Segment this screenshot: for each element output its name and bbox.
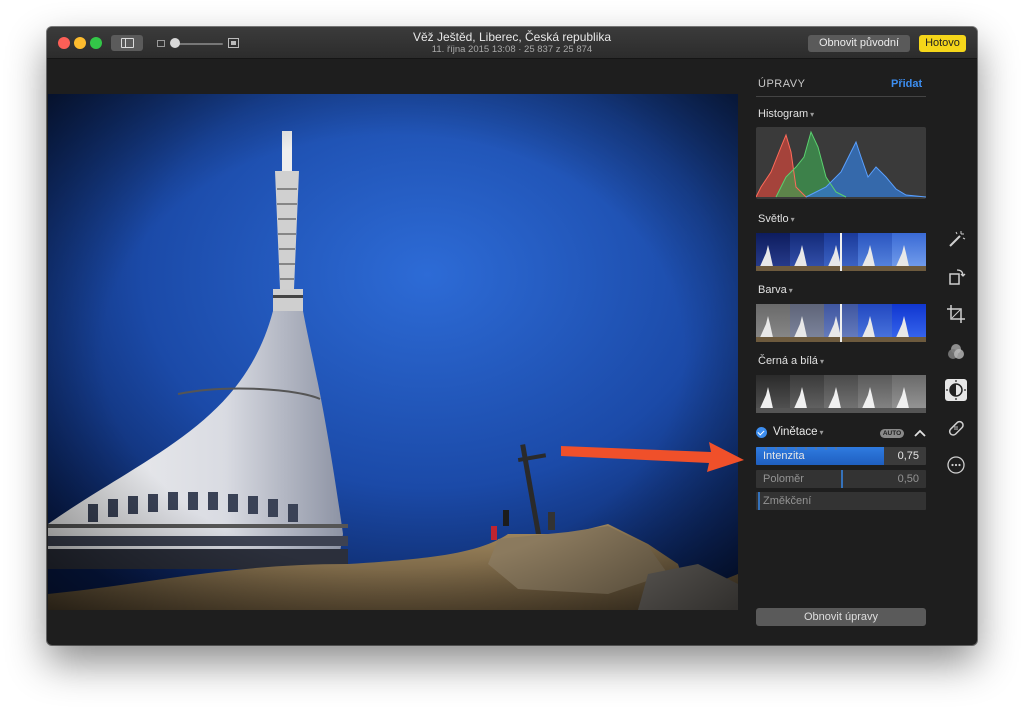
crop-icon[interactable] xyxy=(945,303,967,325)
vignette-label: Vinětace xyxy=(773,426,818,438)
retouch-bandage-icon[interactable] xyxy=(945,417,967,439)
add-adjustment-button[interactable]: Přidat xyxy=(891,78,922,90)
reset-adjustments-button[interactable]: Obnovit úpravy xyxy=(756,608,926,626)
adjust-tool-button[interactable] xyxy=(945,379,967,401)
intensity-label: Intenzita xyxy=(763,450,805,462)
histogram-graph xyxy=(756,130,926,198)
revert-original-button[interactable]: Obnovit původní xyxy=(808,35,910,52)
vignette-enabled-checkbox[interactable] xyxy=(756,427,767,438)
done-button[interactable]: Hotovo xyxy=(919,35,966,52)
color-slider-marker[interactable] xyxy=(840,304,842,342)
light-thumbnail-strip[interactable] xyxy=(756,233,926,271)
histogram-label: Histogram xyxy=(758,108,809,120)
chevron-down-icon: ▾ xyxy=(788,286,793,295)
color-section-toggle[interactable]: Barva ▾ xyxy=(758,284,793,296)
divider xyxy=(756,96,926,97)
softness-slider-marker xyxy=(756,492,760,510)
softness-label: Změkčení xyxy=(763,495,812,507)
rotate-icon[interactable] xyxy=(945,266,967,288)
chevron-down-icon: ▾ xyxy=(790,215,795,224)
chevron-down-icon: ▾ xyxy=(819,428,824,437)
adjustments-header: ÚPRAVY xyxy=(758,78,806,90)
photos-window: Věž Ještěd, Liberec, Česká republika 11.… xyxy=(47,27,977,645)
filters-icon[interactable] xyxy=(945,341,967,363)
photo-canvas[interactable] xyxy=(48,94,738,610)
bw-section-toggle[interactable]: Černá a bílá ▾ xyxy=(758,355,824,367)
adjust-icon xyxy=(946,380,966,400)
magic-wand-icon[interactable] xyxy=(945,228,967,250)
collapse-chevron-up-icon[interactable] xyxy=(914,428,926,438)
histogram xyxy=(756,127,926,199)
radius-label: Poloměr xyxy=(763,473,804,485)
title-bar: Věž Ještěd, Liberec, Česká republika 11.… xyxy=(47,27,977,59)
chevron-down-icon: ▾ xyxy=(810,110,815,119)
color-label: Barva xyxy=(758,284,787,296)
radius-slider[interactable]: Poloměr 0,50 xyxy=(756,470,926,488)
intensity-slider[interactable]: Intenzita 0,75 xyxy=(756,447,926,465)
photo-image xyxy=(48,94,738,610)
more-options-icon[interactable] xyxy=(945,454,967,476)
light-label: Světlo xyxy=(758,213,789,225)
color-thumbnail-strip[interactable] xyxy=(756,304,926,342)
bw-label: Černá a bílá xyxy=(758,355,818,367)
intensity-value: 0,75 xyxy=(897,450,919,462)
light-slider-marker[interactable] xyxy=(840,233,842,271)
vignette-section-toggle[interactable]: Vinětace ▾ xyxy=(773,426,824,438)
light-section-toggle[interactable]: Světlo ▾ xyxy=(758,213,795,225)
bw-thumbnail-strip[interactable] xyxy=(756,375,926,413)
annotation-arrow xyxy=(561,442,744,472)
softness-slider[interactable]: Změkčení xyxy=(756,492,926,510)
auto-button[interactable]: AUTO xyxy=(880,429,904,438)
bw-thumb-silhouettes xyxy=(756,387,926,413)
histogram-section-toggle[interactable]: Histogram ▾ xyxy=(758,108,814,120)
radius-value: 0,50 xyxy=(897,473,919,485)
chevron-down-icon: ▾ xyxy=(819,357,824,366)
